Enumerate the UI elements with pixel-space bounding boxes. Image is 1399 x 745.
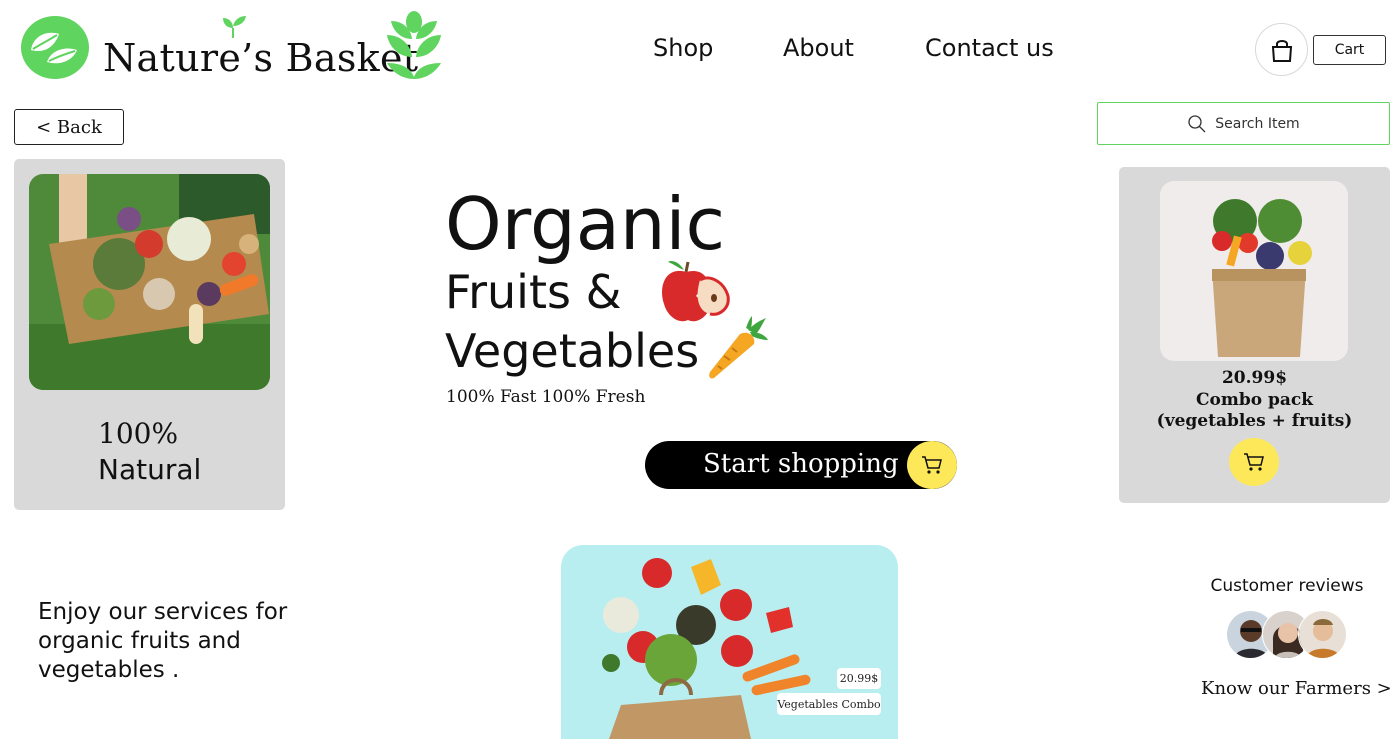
sprout-icon [221,14,247,40]
natural-percent: 100% [98,417,179,450]
shopping-bag-icon [1271,39,1292,62]
search-input[interactable]: Search Item [1097,102,1390,145]
know-farmers-link[interactable]: Know our Farmers > [1201,678,1392,699]
add-to-cart-button[interactable] [1229,438,1279,486]
tag-name: Vegetables Combo [777,693,881,715]
search-icon [1188,114,1206,132]
search-placeholder: Search Item [1215,115,1300,132]
hero-subtitle: 100% Fast 100% Fresh [446,387,646,407]
customer-reviews-title: Customer reviews [1210,576,1364,596]
brand-name[interactable]: Nature’s Basket [103,36,418,80]
carrot-icon [704,316,770,380]
combo-pack-image [1160,181,1348,361]
hero-title-line3: Vegetables [445,324,700,378]
tag-price: 20.99$ [837,668,881,689]
shopping-bag-button[interactable] [1255,23,1308,76]
wheat-icon [383,11,445,81]
nav-shop[interactable]: Shop [653,34,713,62]
combo-name-line1: Combo pack [1195,390,1314,410]
cart-icon [922,456,942,474]
cart-icon [1244,453,1264,471]
cart-button[interactable]: Cart [1313,35,1386,65]
back-button[interactable]: < Back [14,109,124,145]
nav-about[interactable]: About [783,34,854,62]
services-text: Enjoy our services for organic fruits an… [38,599,288,683]
vegetable-basket-image [29,174,270,390]
avatar[interactable] [1298,610,1347,659]
leaf-logo-icon [31,32,77,64]
logo-icon[interactable] [21,16,89,79]
combo-price: 20.99$ [1221,368,1288,388]
nav-contact[interactable]: Contact us [925,34,1054,62]
natural-label: Natural [98,453,202,486]
combo-name-line2: (vegetables + fruits) [1156,411,1353,431]
start-shopping-button[interactable]: Start shopping [645,441,957,489]
hero-title-line1: Organic [445,182,726,266]
cart-icon-badge [907,441,957,489]
hero-title-line2: Fruits & [445,265,622,319]
start-shopping-label: Start shopping [703,449,899,479]
